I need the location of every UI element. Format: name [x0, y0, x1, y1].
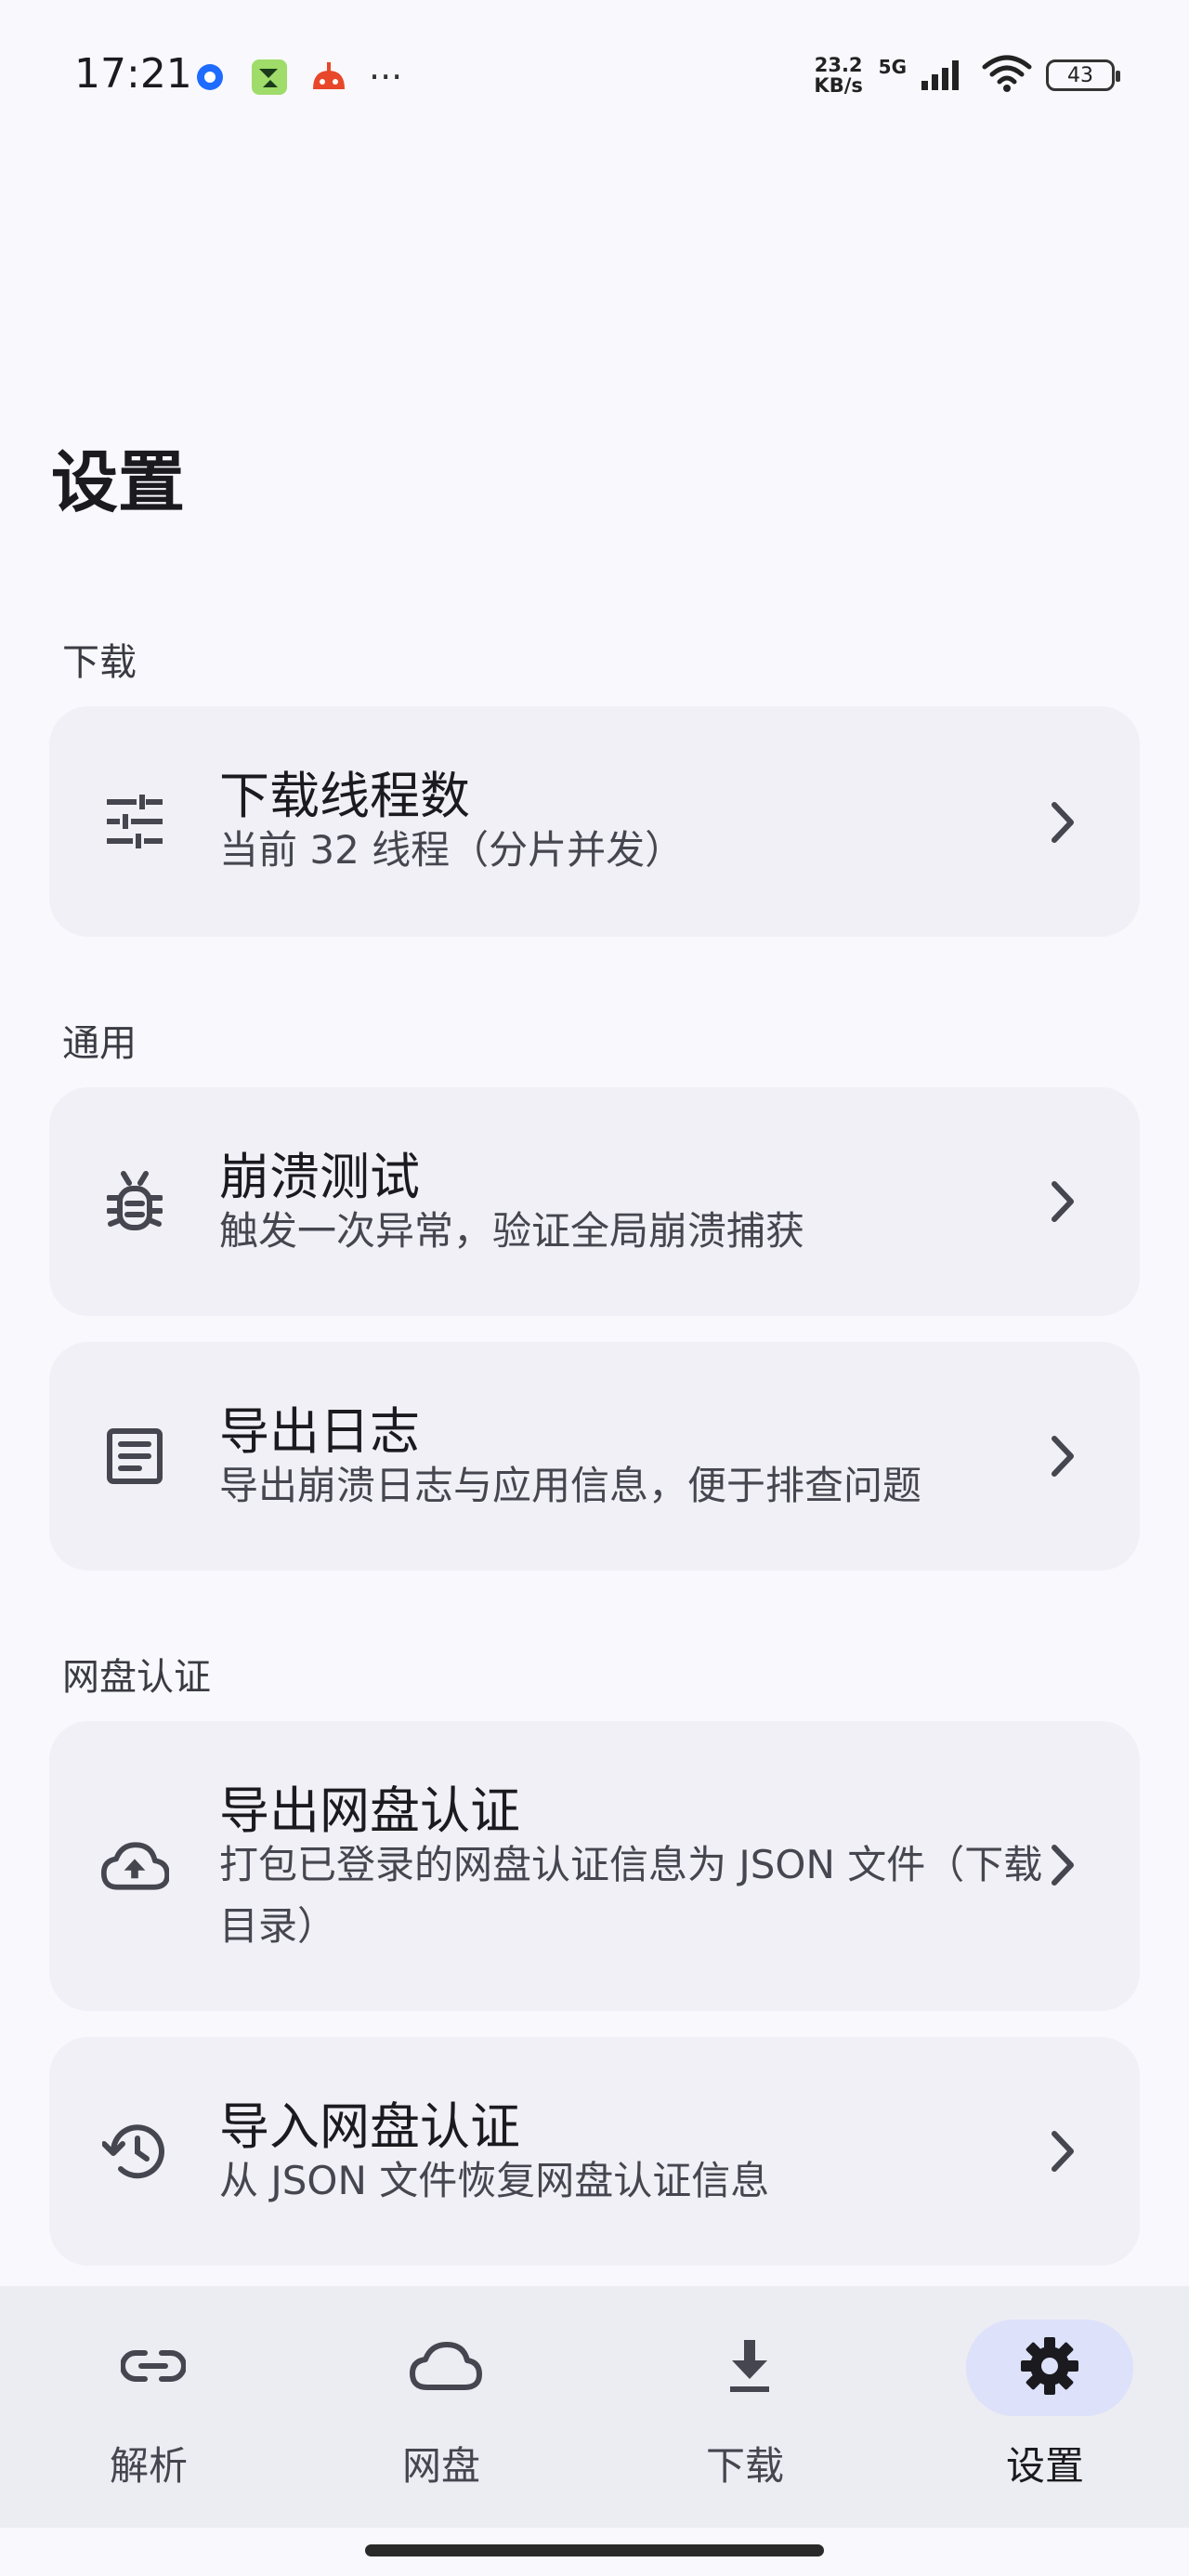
setting-title: 导出日志 — [219, 1402, 420, 1461]
setting-subtitle: 触发一次异常，验证全局崩溃捕获 — [219, 1208, 805, 1254]
page-title: 设置 — [51, 443, 186, 521]
setting-export-logs[interactable]: 导出日志 导出崩溃日志与应用信息，便于排查问题 — [49, 1342, 1140, 1571]
network-speed: 23.2 KB/s — [814, 54, 863, 97]
gear-icon — [1019, 2335, 1080, 2400]
section-label-general: 通用 — [62, 1022, 137, 1065]
app-notification-icon — [190, 58, 229, 97]
document-icon — [100, 1422, 169, 1491]
nav-label: 设置 — [1005, 2443, 1084, 2489]
nav-tab-parse[interactable]: 解析 — [0, 2286, 297, 2528]
setting-subtitle: 当前 32 线程（分片并发） — [219, 827, 685, 873]
system-status: 23.2 KB/s 5G 43 — [812, 54, 1120, 97]
battery-level: 43 — [1067, 63, 1093, 87]
setting-import-cloud-auth[interactable]: 导入网盘认证 从 JSON 文件恢复网盘认证信息 — [49, 2037, 1140, 2266]
cloud-upload-icon — [100, 1832, 169, 1900]
setting-export-cloud-auth[interactable]: 导出网盘认证 打包已登录的网盘认证信息为 JSON 文件（下载目录） — [49, 1721, 1140, 2011]
link-icon — [120, 2347, 187, 2388]
tune-icon — [100, 787, 169, 856]
setting-title: 下载线程数 — [219, 767, 470, 825]
nav-indicator — [362, 2320, 529, 2416]
status-bar: 17:21 ··· 23.2 KB/s 5G 43 — [0, 0, 1189, 158]
chevron-right-icon — [1045, 1178, 1082, 1225]
status-time: 17:21 — [74, 50, 192, 98]
cloud-icon — [409, 2341, 483, 2395]
bottom-navigation: 解析 网盘 下载 设置 — [0, 2286, 1189, 2528]
app-notification-icon — [250, 58, 289, 97]
notification-icons: ··· — [190, 58, 402, 97]
chevron-right-icon — [1045, 799, 1082, 846]
setting-subtitle: 打包已登录的网盘认证信息为 JSON 文件（下载目录） — [219, 1842, 1043, 1949]
network-type: 5G — [878, 56, 907, 78]
wifi-icon — [981, 54, 1033, 97]
nav-label: 下载 — [705, 2443, 784, 2489]
setting-download-threads[interactable]: 下载线程数 当前 32 线程（分片并发） — [49, 706, 1140, 937]
chevron-right-icon — [1045, 1842, 1082, 1888]
restore-history-icon — [100, 2117, 169, 2186]
chevron-right-icon — [1045, 1433, 1082, 1479]
section-label-cloud-auth: 网盘认证 — [62, 1656, 211, 1699]
setting-subtitle: 从 JSON 文件恢复网盘认证信息 — [219, 2158, 770, 2203]
bug-icon — [100, 1167, 169, 1236]
nav-label: 网盘 — [401, 2443, 480, 2489]
setting-title: 导入网盘认证 — [219, 2097, 520, 2156]
setting-crash-test[interactable]: 崩溃测试 触发一次异常，验证全局崩溃捕获 — [49, 1087, 1140, 1316]
setting-title: 导出网盘认证 — [219, 1781, 520, 1840]
nav-indicator — [70, 2320, 237, 2416]
app-notification-icon — [309, 58, 348, 97]
nav-tab-download[interactable]: 下载 — [596, 2286, 894, 2528]
signal-icon — [920, 55, 968, 96]
section-label-download: 下载 — [62, 641, 137, 684]
setting-subtitle: 导出崩溃日志与应用信息，便于排查问题 — [219, 1463, 922, 1508]
nav-label: 解析 — [109, 2443, 188, 2489]
nav-tab-settings[interactable]: 设置 — [896, 2286, 1189, 2528]
nav-indicator-active — [966, 2320, 1133, 2416]
battery-icon: 43 — [1046, 59, 1120, 91]
download-icon — [726, 2338, 773, 2398]
home-indicator[interactable] — [365, 2544, 824, 2556]
nav-indicator — [666, 2320, 833, 2416]
chevron-right-icon — [1045, 2128, 1082, 2175]
nav-tab-cloud[interactable]: 网盘 — [293, 2286, 590, 2528]
more-notifications-icon: ··· — [369, 57, 403, 98]
setting-title: 崩溃测试 — [219, 1148, 420, 1206]
